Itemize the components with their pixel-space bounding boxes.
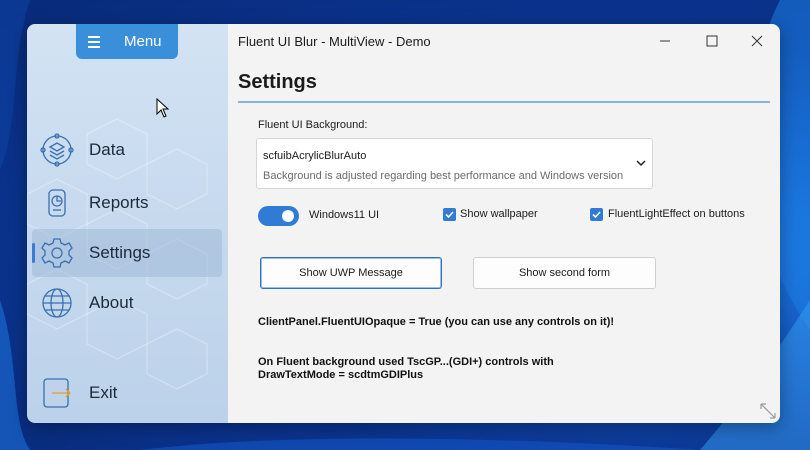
mouse-cursor-icon (156, 98, 170, 118)
app-window: Menu Data Reports Settings About Exit Fl… (27, 24, 780, 423)
exit-icon (43, 378, 71, 408)
resize-grip-icon[interactable] (759, 402, 777, 420)
show-uwp-message-button[interactable]: Show UWP Message (260, 257, 442, 289)
gear-icon (41, 238, 73, 268)
sidebar-item-label: Settings (89, 243, 151, 262)
info-text-opaque: ClientPanel.FluentUIOpaque = True (you c… (258, 316, 615, 328)
globe-icon (42, 288, 72, 318)
fluent-light-checkbox[interactable] (590, 208, 603, 221)
info-text-gdi-line1: On Fluent background used TscGP...(GDI+)… (258, 356, 554, 368)
reports-icon (48, 189, 66, 217)
minimize-icon[interactable] (651, 30, 679, 52)
sidebar-item-label: Reports (89, 193, 149, 212)
sidebar-item-exit[interactable]: Exit (32, 369, 222, 417)
heading-divider (238, 101, 770, 103)
background-label: Fluent UI Background: (258, 119, 368, 131)
checkmark-icon (445, 211, 454, 219)
sidebar-item-about[interactable]: About (32, 279, 222, 327)
fluent-light-label: FluentLightEffect on buttons (608, 208, 745, 220)
sidebar-item-label: Exit (89, 383, 118, 402)
show-wallpaper-label: Show wallpaper (460, 208, 538, 220)
sidebar-item-label: About (89, 293, 134, 312)
background-combobox[interactable]: scfuibAcrylicBlurAuto Background is adju… (256, 138, 653, 189)
menu-button-label: Menu (124, 33, 162, 50)
combobox-description: Background is adjusted regarding best pe… (263, 170, 624, 182)
checkmark-icon (592, 211, 601, 219)
menu-button[interactable]: Menu (76, 24, 178, 59)
show-wallpaper-checkbox[interactable] (443, 208, 456, 221)
sidebar: Menu Data Reports Settings About Exit (27, 24, 228, 423)
hamburger-icon (88, 36, 100, 51)
info-text-gdi-line2: DrawTextMode = scdtmGDIPlus (258, 369, 424, 381)
sidebar-item-settings[interactable]: Settings (32, 229, 222, 277)
combobox-value: scfuibAcrylicBlurAuto (263, 150, 367, 162)
chevron-down-icon (636, 160, 646, 167)
sidebar-item-data[interactable]: Data (32, 126, 222, 174)
windows11-toggle-label: Windows11 UI (309, 209, 380, 221)
windows11-toggle[interactable] (258, 206, 299, 226)
page-title: Settings (238, 71, 317, 93)
sidebar-item-reports[interactable]: Reports (32, 179, 222, 227)
show-second-form-button[interactable]: Show second form (473, 257, 656, 289)
sidebar-item-label: Data (89, 140, 125, 159)
client-panel: Fluent UI Blur - MultiView - Demo Settin… (228, 24, 780, 423)
toggle-knob (282, 210, 294, 222)
close-icon[interactable] (743, 30, 771, 52)
active-indicator (32, 243, 35, 263)
data-layers-icon (40, 133, 74, 167)
window-title: Fluent UI Blur - MultiView - Demo (238, 34, 431, 49)
maximize-icon[interactable] (698, 30, 726, 52)
